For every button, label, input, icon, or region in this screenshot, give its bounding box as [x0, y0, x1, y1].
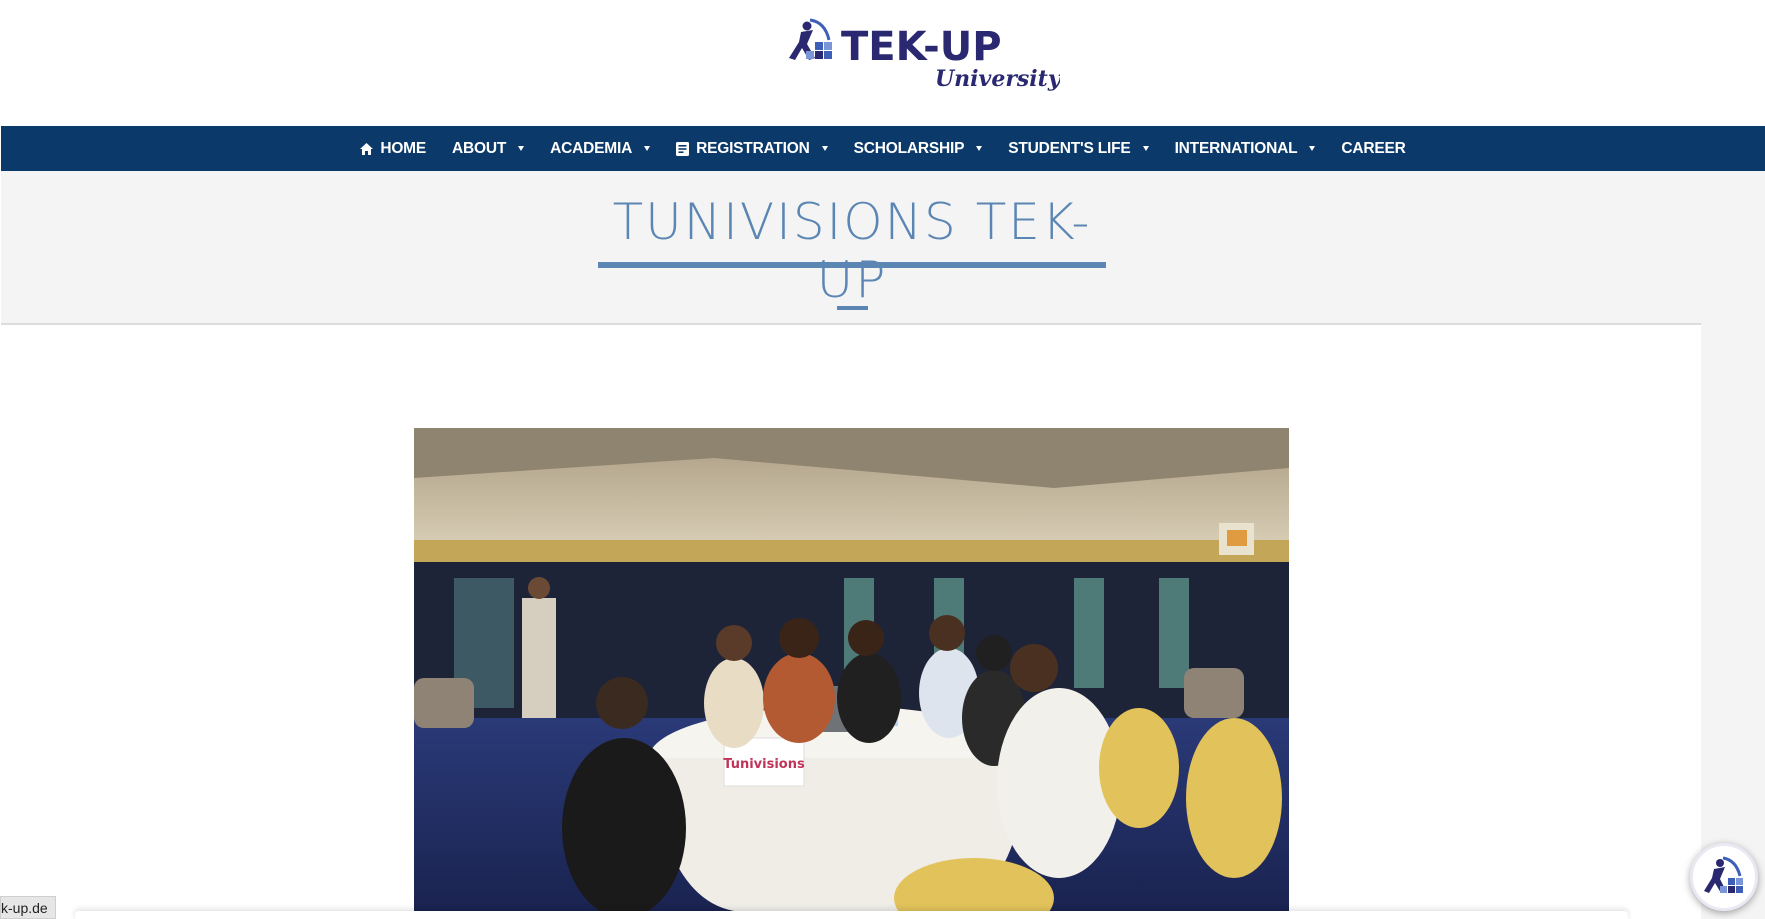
- chat-widget-button[interactable]: [1690, 843, 1758, 911]
- caret-down-icon: [518, 146, 525, 151]
- svg-text:University: University: [935, 66, 1060, 92]
- caret-down-icon: [1142, 146, 1149, 151]
- nav-students-life[interactable]: STUDENT'S LIFE: [995, 126, 1161, 171]
- page-title-band: TUNIVISIONS TEK-UP: [1, 171, 1701, 325]
- nav-international[interactable]: INTERNATIONAL: [1162, 126, 1329, 171]
- tek-up-logo[interactable]: TEK-UP University: [785, 14, 1060, 94]
- title-underline: [598, 262, 1106, 268]
- nav-home[interactable]: HOME: [347, 126, 439, 171]
- nav-scholarship-label: SCHOLARSHIP: [853, 139, 965, 157]
- home-icon: [360, 142, 374, 155]
- main-navigation: HOME ABOUT ACADEMIA REGISTRATION SCHOLAR…: [1, 126, 1765, 171]
- status-bar-url: k-up.de: [0, 896, 56, 919]
- caret-down-icon: [644, 146, 651, 151]
- right-side-strip: [1701, 171, 1765, 919]
- nav-career[interactable]: CAREER: [1328, 126, 1418, 171]
- event-photo: Tunivisions: [414, 428, 1289, 911]
- document-icon: [676, 141, 690, 156]
- caret-down-icon: [1309, 146, 1316, 151]
- nav-international-label: INTERNATIONAL: [1174, 139, 1298, 157]
- nav-home-label: HOME: [380, 139, 427, 157]
- site-header: TEK-UP University: [0, 0, 1765, 126]
- nav-academia-label: ACADEMIA: [550, 139, 633, 157]
- nav-registration-label: REGISTRATION: [696, 139, 810, 157]
- table-sign-text: Tunivisions: [723, 757, 805, 772]
- svg-text:TEK-UP: TEK-UP: [841, 24, 1002, 70]
- nav-registration[interactable]: REGISTRATION: [663, 126, 841, 171]
- nav-about[interactable]: ABOUT: [439, 126, 537, 171]
- caret-down-icon: [821, 146, 828, 151]
- logo-emblem-icon: [789, 18, 832, 60]
- page-title: TUNIVISIONS TEK-UP: [612, 193, 1092, 309]
- nav-scholarship[interactable]: SCHOLARSHIP: [841, 126, 996, 171]
- chat-logo-icon: [1704, 856, 1743, 893]
- caret-down-icon: [976, 146, 983, 151]
- nav-about-label: ABOUT: [452, 139, 507, 157]
- nav-career-label: CAREER: [1341, 139, 1406, 157]
- content-card-edge: [75, 911, 1628, 919]
- nav-academia[interactable]: ACADEMIA: [537, 126, 663, 171]
- title-divider-dash: [837, 306, 868, 310]
- nav-students-life-label: STUDENT'S LIFE: [1008, 139, 1131, 157]
